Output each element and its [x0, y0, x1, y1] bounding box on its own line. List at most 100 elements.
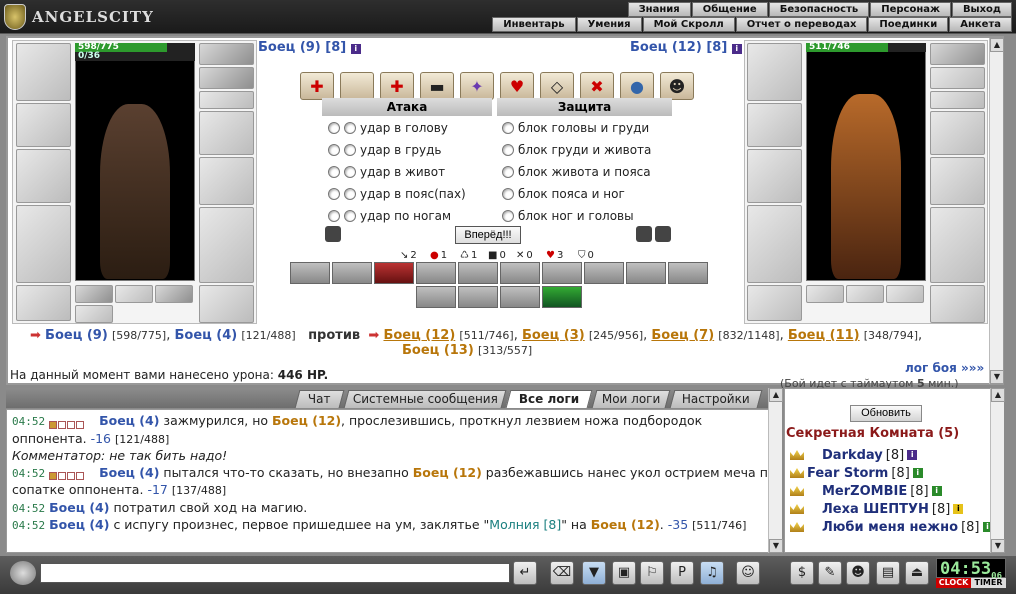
menu-knowledge[interactable]: Знания [627, 2, 691, 17]
music-icon[interactable]: ♫ [700, 561, 724, 585]
skill-icon[interactable] [374, 262, 414, 284]
battle-log-link[interactable]: лог боя »»» [905, 361, 984, 375]
menu-exit[interactable]: Выход [951, 2, 1012, 17]
smile-icon[interactable]: ☺ [736, 561, 760, 585]
defense-option[interactable]: блок живота и пояса [502, 161, 651, 183]
skill-icon[interactable] [458, 262, 498, 284]
room-user[interactable]: MerZOMBIE [8] i [790, 482, 942, 500]
attack-option[interactable]: удар в грудь [328, 139, 441, 161]
room-user[interactable]: Darkday [8] i [790, 446, 918, 464]
heart-scroll-icon[interactable]: ♥ [500, 72, 534, 100]
attack-option[interactable]: удар в пояс(пах) [328, 183, 466, 205]
heal-scroll-icon[interactable]: ✚ [300, 72, 334, 100]
bracer-slot[interactable] [16, 103, 71, 147]
heal-scroll-icon[interactable]: ✚ [380, 72, 414, 100]
room-scrollbar[interactable]: ▲ ▼ [990, 388, 1005, 553]
weapon-slot[interactable] [16, 149, 71, 203]
info-icon[interactable]: i [731, 44, 742, 54]
skill-icon[interactable] [626, 262, 666, 284]
tab-chat[interactable]: Чат [294, 390, 345, 408]
team2-fighter[interactable]: Боец (7) [651, 328, 714, 343]
attack-option[interactable]: удар в живот [328, 161, 445, 183]
filter-icon[interactable]: ▼ [582, 561, 606, 585]
attack-option[interactable]: удар по ногам [328, 205, 451, 227]
skill-icon[interactable] [542, 262, 582, 284]
scroll-down-icon[interactable]: ▼ [991, 539, 1005, 553]
menu-skills[interactable]: Умения [576, 17, 642, 32]
boots-slot[interactable] [199, 285, 254, 323]
defense-option[interactable]: блок головы и груди [502, 117, 649, 139]
empty-slot[interactable] [115, 285, 153, 303]
room-user[interactable]: Леха ШЕПТУН [8] i [790, 500, 964, 518]
ring-slot[interactable] [199, 67, 254, 89]
info-icon[interactable]: i [350, 44, 361, 54]
armor-slot[interactable] [16, 205, 71, 283]
scroll-up-icon[interactable]: ▲ [991, 388, 1005, 402]
scroll-down-icon[interactable]: ▼ [769, 539, 783, 553]
skill-icon[interactable] [416, 286, 456, 308]
glasses-scroll-icon[interactable]: ▬ [420, 72, 454, 100]
tab-all-logs[interactable]: Все логи [505, 390, 593, 408]
gloves-slot[interactable] [199, 111, 254, 155]
defense-option[interactable]: блок ног и головы [502, 205, 634, 227]
private-icon[interactable]: P [670, 561, 694, 585]
room-user[interactable]: Люби меня нежно [8] i [790, 518, 993, 536]
mask-scroll-icon[interactable]: ☻ [660, 72, 694, 100]
scroll-down-icon[interactable]: ▼ [990, 370, 1004, 384]
tab-my-logs[interactable]: Мои логи [591, 390, 671, 408]
skill-icon[interactable] [500, 262, 540, 284]
scroll-up-icon[interactable]: ▲ [769, 388, 783, 402]
skill-icon[interactable] [542, 286, 582, 308]
chat-head-icon[interactable] [10, 561, 36, 585]
menu-transfers[interactable]: Отчет о переводах [735, 17, 868, 32]
mask-icon[interactable]: ☻ [846, 561, 870, 585]
team2-fighter[interactable]: Боец (3) [522, 328, 585, 343]
scroll-icon[interactable]: ✎ [818, 561, 842, 585]
menu-security[interactable]: Безопасность [768, 2, 870, 17]
skill-icon[interactable] [290, 262, 330, 284]
skill-icon[interactable] [458, 286, 498, 308]
menu-duels[interactable]: Поединки [868, 17, 949, 32]
cancel-scroll-icon[interactable]: ✖ [580, 72, 614, 100]
attack-option[interactable]: удар в голову [328, 117, 448, 139]
swap-icon[interactable] [655, 226, 671, 242]
orb-scroll-icon[interactable]: ● [620, 72, 654, 100]
monitor-icon[interactable]: ▣ [612, 561, 636, 585]
shield-slot[interactable] [199, 157, 254, 205]
team1-fighter[interactable]: Боец (4) [174, 328, 237, 343]
main-scrollbar[interactable]: ▲ ▼ [989, 38, 1004, 384]
menu-profile[interactable]: Анкета [949, 17, 1012, 32]
defense-option[interactable]: блок груди и живота [502, 139, 651, 161]
team2-fighter[interactable]: Боец (12) [383, 328, 455, 343]
team2-fighter[interactable]: Боец (11) [788, 328, 860, 343]
potion-slot[interactable] [75, 285, 113, 303]
leggings-slot[interactable] [199, 207, 254, 283]
tab-settings[interactable]: Настройки [669, 390, 763, 408]
team2-fighter[interactable]: Боец (13) [402, 343, 474, 358]
defense-option[interactable]: блок пояса и ног [502, 183, 625, 205]
run-icon[interactable]: ⚐ [640, 561, 664, 585]
helmet-slot[interactable] [16, 43, 71, 101]
left-fighter-name[interactable]: Боец (9) [8] i [258, 40, 361, 55]
log-scrollbar[interactable]: ▲ ▼ [768, 388, 783, 553]
tab-system[interactable]: Системные сообщения [343, 390, 507, 408]
rune-slot[interactable] [75, 305, 113, 323]
refresh-button[interactable]: Обновить [850, 405, 922, 422]
skill-icon[interactable] [584, 262, 624, 284]
send-icon[interactable]: ↵ [513, 561, 537, 585]
menu-my-scroll[interactable]: Мой Скролл [642, 17, 735, 32]
forward-button[interactable]: Вперёд!!! [455, 226, 521, 244]
skill-icon[interactable] [668, 262, 708, 284]
potion-slot[interactable] [155, 285, 193, 303]
right-fighter-name[interactable]: Боец (12) [8] i [630, 40, 742, 55]
shield-scroll-icon[interactable]: ◇ [540, 72, 574, 100]
room-user[interactable]: Fear Storm [8] i [790, 464, 923, 482]
belt-slot[interactable] [16, 285, 71, 321]
empty-scroll-icon[interactable] [340, 72, 374, 100]
scroll-up-icon[interactable]: ▲ [990, 38, 1004, 52]
team1-fighter[interactable]: Боец (9) [45, 328, 108, 343]
exit-icon[interactable]: ⏏ [905, 561, 929, 585]
amulet-slot[interactable] [199, 43, 254, 65]
lock-icon[interactable]: ▤ [876, 561, 900, 585]
swap-icon[interactable] [636, 226, 652, 242]
